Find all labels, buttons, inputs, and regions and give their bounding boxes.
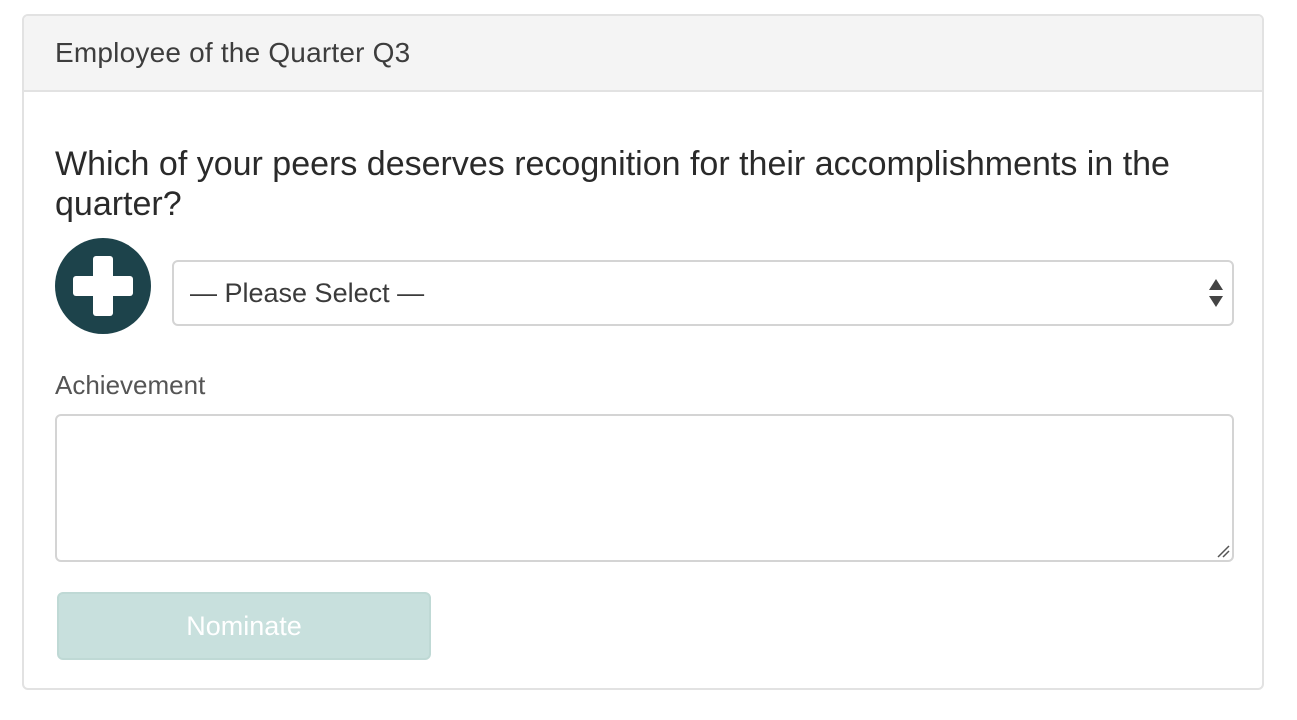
peer-select[interactable]: — Please Select — — [172, 260, 1234, 326]
nomination-question: Which of your peers deserves recognition… — [55, 145, 1170, 223]
nomination-card: Employee of the Quarter Q3 Which of your… — [22, 14, 1264, 690]
resize-handle-icon[interactable] — [1216, 544, 1230, 558]
nominate-button[interactable]: Nominate — [57, 592, 431, 660]
sort-arrows-icon — [1208, 279, 1224, 307]
add-peer-button[interactable] — [55, 238, 151, 334]
card-header: Employee of the Quarter Q3 — [24, 16, 1262, 92]
achievement-textarea[interactable] — [55, 414, 1234, 562]
card-title: Employee of the Quarter Q3 — [55, 37, 411, 68]
peer-select-value: — Please Select — — [190, 277, 425, 308]
achievement-label: Achievement — [55, 370, 206, 400]
